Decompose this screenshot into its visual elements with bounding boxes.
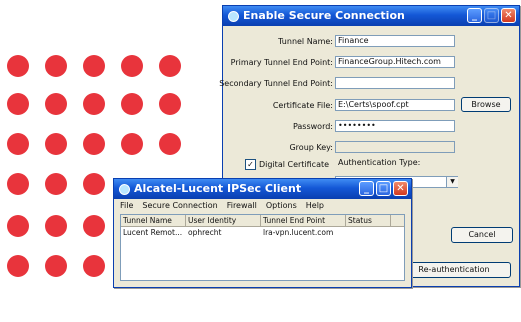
client-titlebar[interactable]: Alcatel-Lucent IPSec Client _ □ ✕ [114, 179, 411, 199]
dot [7, 133, 29, 155]
secondary-endpoint-label: Secondary Tunnel End Point: [219, 79, 333, 88]
group-key-label: Group Key: [289, 143, 333, 152]
app-icon [228, 11, 239, 22]
dot [7, 173, 29, 195]
dot [7, 93, 29, 115]
app-icon [119, 184, 130, 195]
digital-certificate-label: Digital Certificate [259, 160, 330, 169]
digital-certificate-checkbox[interactable]: ✓ [245, 159, 256, 170]
secondary-endpoint-field[interactable] [335, 77, 455, 89]
dot [121, 93, 143, 115]
menu-file[interactable]: File [120, 200, 133, 212]
tunnel-name-field[interactable]: Finance [335, 35, 455, 47]
dot [83, 93, 105, 115]
dot [45, 255, 67, 277]
chevron-down-icon[interactable]: ▼ [446, 177, 458, 187]
dot [159, 133, 181, 155]
dot [7, 215, 29, 237]
minimize-icon[interactable]: _ [467, 8, 482, 23]
status-cell [346, 227, 391, 238]
close-icon[interactable]: ✕ [501, 8, 516, 23]
menu-secure-connection[interactable]: Secure Connection [142, 200, 217, 212]
reauthentication-button[interactable]: Re-authentication [397, 262, 511, 278]
auth-type-label: Authentication Type: [338, 158, 421, 167]
dot [7, 255, 29, 277]
dot [45, 93, 67, 115]
dot [45, 133, 67, 155]
dot [83, 255, 105, 277]
menu-help[interactable]: Help [306, 200, 324, 212]
ipsec-client-window: Alcatel-Lucent IPSec Client _ □ ✕ File S… [113, 178, 412, 288]
dot [121, 133, 143, 155]
close-icon[interactable]: ✕ [393, 181, 408, 196]
dot [159, 55, 181, 77]
maximize-icon[interactable]: □ [376, 181, 391, 196]
dot [7, 55, 29, 77]
menu-bar: File Secure Connection Firewall Options … [116, 200, 409, 212]
dialog-titlebar[interactable]: Enable Secure Connection _ □ ✕ [223, 6, 519, 26]
certificate-file-label: Certificate File: [272, 101, 333, 110]
maximize-icon: □ [484, 8, 499, 23]
primary-endpoint-field[interactable]: FinanceGroup.Hitech.com [335, 56, 455, 68]
table-row[interactable]: Lucent Remot... ophrecht lra-vpn.lucent.… [121, 227, 404, 238]
list-header: Tunnel Name User Identity Tunnel End Poi… [121, 215, 404, 227]
column-header[interactable]: Status [346, 215, 391, 226]
dialog-title: Enable Secure Connection [243, 9, 405, 22]
tunnel-name-cell: Lucent Remot... [123, 228, 183, 237]
menu-firewall[interactable]: Firewall [227, 200, 257, 212]
column-header[interactable]: User Identity [186, 215, 261, 226]
password-label: Password: [292, 122, 333, 131]
column-header[interactable]: Tunnel End Point [261, 215, 346, 226]
dot [83, 133, 105, 155]
group-key-field[interactable] [335, 141, 455, 153]
client-title: Alcatel-Lucent IPSec Client [134, 182, 302, 195]
user-identity-cell: ophrecht [188, 228, 222, 237]
cancel-button[interactable]: Cancel [451, 227, 513, 243]
primary-endpoint-label: Primary Tunnel End Point: [230, 58, 333, 67]
browse-button[interactable]: Browse [461, 97, 511, 112]
dot [83, 215, 105, 237]
dot [45, 55, 67, 77]
column-header[interactable]: Tunnel Name [121, 215, 186, 226]
dot [121, 55, 143, 77]
password-field[interactable]: •••••••• [335, 120, 455, 132]
dot [159, 93, 181, 115]
tunnel-name-label: Tunnel Name: [278, 37, 333, 46]
dot [45, 173, 67, 195]
menu-options[interactable]: Options [266, 200, 297, 212]
tunnel-list[interactable]: Tunnel Name User Identity Tunnel End Poi… [120, 214, 405, 281]
dot [83, 55, 105, 77]
minimize-icon[interactable]: _ [359, 181, 374, 196]
dot [83, 173, 105, 195]
end-point-cell: lra-vpn.lucent.com [263, 228, 334, 237]
certificate-file-field[interactable]: E:\Certs\spoof.cpt [335, 99, 455, 111]
dot [45, 215, 67, 237]
